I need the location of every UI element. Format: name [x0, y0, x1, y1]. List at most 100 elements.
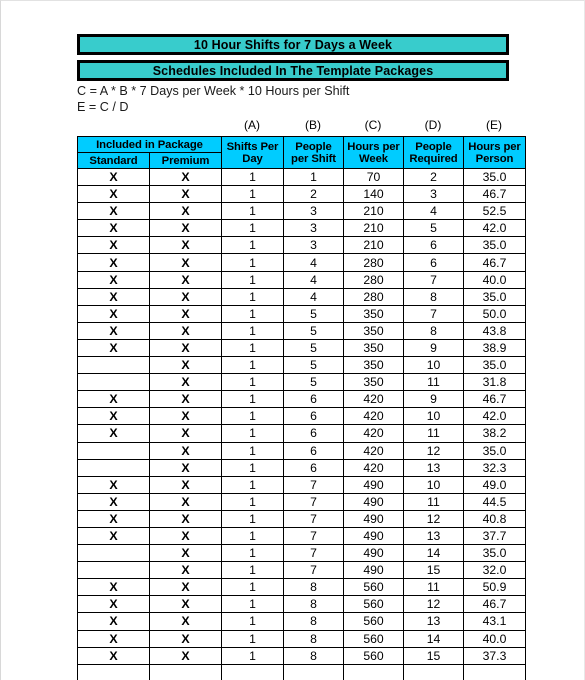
cell-shifts-per-day: 1	[221, 236, 284, 255]
table-header: Included in Package Shifts Per Day Peopl…	[77, 136, 526, 169]
cell-hours-per-week: 350	[343, 304, 404, 323]
subtitle-banner: Schedules Included In The Template Packa…	[77, 60, 509, 81]
cell-premium: X	[149, 424, 222, 443]
cell-hours-per-week: 280	[343, 270, 404, 289]
header-hours-per-week-line2: Week	[359, 152, 388, 165]
table-row: X 1 6 420 13 32.3	[77, 458, 526, 477]
header-hours-per-person-line2: Person	[475, 152, 514, 165]
cell-people-per-shift: 7	[283, 492, 344, 511]
cell-hours-per-week: 560	[343, 578, 404, 597]
cell-shifts-per-day: 1	[221, 270, 284, 289]
cell-standard: X	[77, 492, 150, 511]
cell-hours-per-person: 43.8	[463, 321, 526, 340]
cell-hours-per-person: 37.3	[463, 646, 526, 665]
header-included-in-package: Included in Package	[77, 136, 222, 153]
cell-hours-per-person: 32.0	[463, 561, 526, 580]
cell-standard: X	[77, 578, 150, 597]
cell-shifts-per-day: 1	[221, 544, 284, 563]
column-letter-e: (E)	[486, 118, 502, 132]
header-premium: Premium	[149, 152, 222, 169]
header-people-per-shift-line1: People	[295, 140, 332, 153]
table-row: X X 1 8 560 13 43.1	[77, 612, 526, 631]
table-row: X X 1 8 560 14 40.0	[77, 629, 526, 648]
header-people-per-shift-line2: per Shift	[291, 152, 336, 165]
cell-hours-per-person: 44.5	[463, 492, 526, 511]
cell-shifts-per-day: 1	[221, 629, 284, 648]
cell-people-required: 12	[403, 595, 464, 614]
cell-standard: X	[77, 236, 150, 255]
header-hours-per-person-line1: Hours per	[468, 140, 521, 153]
cell-shifts-per-day: 1	[221, 561, 284, 580]
column-letter-a: (A)	[244, 118, 260, 132]
table-row: X 1 5 350 11 31.8	[77, 373, 526, 392]
cell-hours-per-week: 420	[343, 441, 404, 460]
cell-premium: X	[149, 578, 222, 597]
cell-people-required: 13	[403, 526, 464, 546]
cell-hours-per-person: 32.3	[463, 458, 526, 477]
cell-premium: X	[149, 612, 222, 631]
cell-people-per-shift: 5	[283, 321, 344, 340]
cell-people-per-shift: 6	[283, 458, 344, 477]
cell-people-required: 14	[403, 544, 464, 563]
cell-people-required: 11	[403, 424, 464, 443]
table-row: X X 1 5 350 8 43.8	[77, 321, 526, 340]
cell-premium: X	[149, 287, 222, 306]
cell-people-per-shift: 6	[283, 390, 344, 409]
cell-hours-per-week: 420	[343, 458, 404, 477]
header-standard: Standard	[77, 152, 150, 169]
cell-standard: X	[77, 253, 150, 272]
table-row: X X 1 8 560 11 50.9	[77, 578, 526, 597]
cell-standard: X	[77, 321, 150, 340]
cell-people-per-shift: 6	[283, 407, 344, 426]
cell-standard: X	[77, 526, 150, 546]
cell-people-required: 6	[403, 236, 464, 255]
cell-people-required: 8	[403, 321, 464, 340]
table-row: X 1 6 420 12 35.0	[77, 441, 526, 460]
cell-hours-per-week: 280	[343, 287, 404, 306]
cell-people-per-shift: 4	[283, 287, 344, 306]
cell-people-required: 7	[403, 270, 464, 289]
cell-hours-per-week: 210	[343, 219, 404, 238]
cell-standard: X	[77, 424, 150, 443]
cell-people-per-shift: 7	[283, 475, 344, 494]
cell-standard: X	[77, 475, 150, 494]
cell-hours-per-week: 490	[343, 509, 404, 528]
cell-people-required: 5	[403, 219, 464, 238]
cell-standard	[77, 356, 150, 375]
cell-people-required: 7	[403, 304, 464, 323]
cell-hours-per-person: 35.0	[463, 236, 526, 255]
cell-hours-per-person: 42.0	[463, 219, 526, 238]
cell-standard: X	[77, 185, 150, 204]
cell-standard: X	[77, 219, 150, 238]
table-row: X X 1 8 560 15 37.3	[77, 646, 526, 665]
cell-hours-per-person: 35.0	[463, 356, 526, 375]
table-row: X X 1 3 210 4 52.5	[77, 202, 526, 221]
header-hours-per-week: Hours per Week	[343, 136, 404, 169]
cell-hours-per-person: 50.9	[463, 578, 526, 597]
cell-hours-per-week: 490	[343, 561, 404, 580]
cell-people-required: 6	[403, 253, 464, 272]
cell-standard	[77, 441, 150, 460]
cell-people-per-shift: 5	[283, 304, 344, 323]
cell-premium: X	[149, 321, 222, 340]
cell-premium: X	[149, 219, 222, 238]
cell-hours-per-person: 40.8	[463, 509, 526, 528]
cell-standard: X	[77, 304, 150, 323]
cell-premium: X	[149, 390, 222, 409]
cell-people-required: 4	[403, 202, 464, 221]
cell-people-per-shift: 4	[283, 270, 344, 289]
cell-shifts-per-day: 1	[221, 441, 284, 460]
table-row: X X 1 5 350 9 38.9	[77, 338, 526, 358]
cell-shifts-per-day: 1	[221, 390, 284, 409]
table-row-clipped	[77, 663, 526, 680]
cell-people-per-shift: 3	[283, 219, 344, 238]
table-row: X X 1 7 490 13 37.7	[77, 526, 526, 546]
cell-hours-per-person: 40.0	[463, 629, 526, 648]
cell-people-required: 12	[403, 441, 464, 460]
cell-hours-per-person: 38.2	[463, 424, 526, 443]
table-row: X X 1 6 420 11 38.2	[77, 424, 526, 443]
cell-premium: X	[149, 338, 222, 358]
cell-standard: X	[77, 202, 150, 221]
cell-premium: X	[149, 441, 222, 460]
cell-premium: X	[149, 236, 222, 255]
